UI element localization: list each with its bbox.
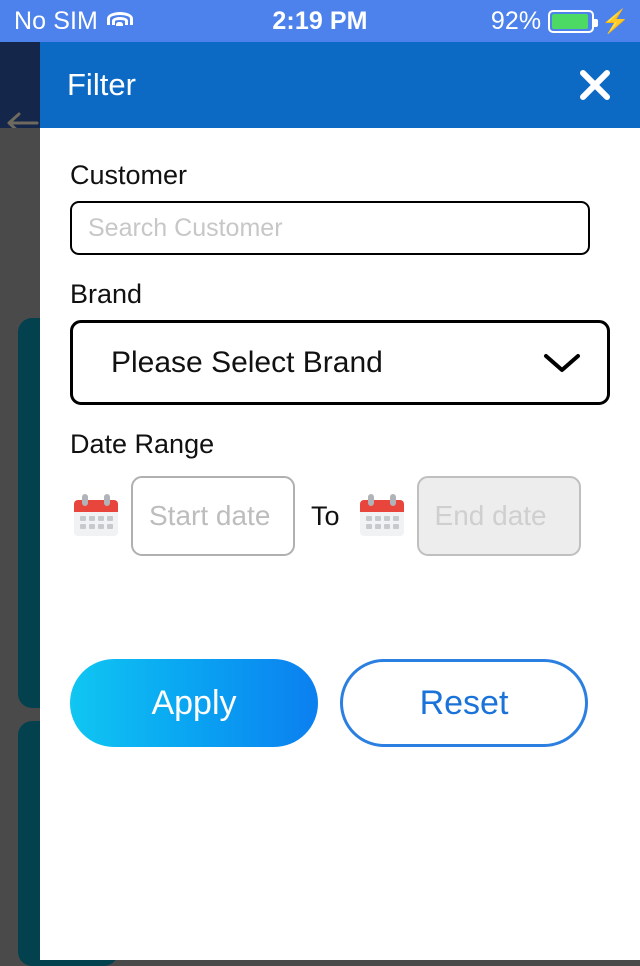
status-bar-right: 92% ⚡	[491, 7, 630, 36]
brand-label: Brand	[70, 279, 143, 309]
date-range-separator-label: To	[311, 500, 340, 531]
end-date-input[interactable]	[416, 476, 581, 556]
apply-button[interactable]: Apply	[70, 659, 318, 747]
modal-actions: Apply Reset	[70, 659, 610, 747]
calendar-icon[interactable]	[70, 490, 122, 542]
date-range-row: To	[70, 476, 610, 556]
filter-modal: Filter Customer Brand Please Select Bran…	[40, 42, 640, 960]
status-bar: No SIM 2:19 PM 92% ⚡	[0, 0, 640, 42]
start-date-input[interactable]	[131, 476, 295, 556]
modal-title: Filter	[67, 67, 136, 102]
battery-percent-label: 92%	[490, 6, 542, 35]
calendar-icon[interactable]	[356, 490, 408, 542]
chevron-down-icon	[544, 353, 580, 372]
brand-select[interactable]: Please Select Brand	[70, 320, 610, 405]
brand-selected-value: Please Select Brand	[111, 345, 383, 379]
battery-icon	[548, 9, 599, 33]
customer-label: Customer	[70, 160, 188, 190]
modal-header: Filter	[40, 42, 640, 128]
modal-body: Customer Brand Please Select Brand Date …	[40, 160, 640, 747]
close-icon[interactable]	[578, 68, 612, 102]
date-range-label: Date Range	[70, 429, 215, 459]
reset-button[interactable]: Reset	[340, 659, 588, 747]
lightning-bolt-icon: ⚡	[601, 7, 630, 34]
search-customer-input[interactable]	[70, 201, 590, 255]
